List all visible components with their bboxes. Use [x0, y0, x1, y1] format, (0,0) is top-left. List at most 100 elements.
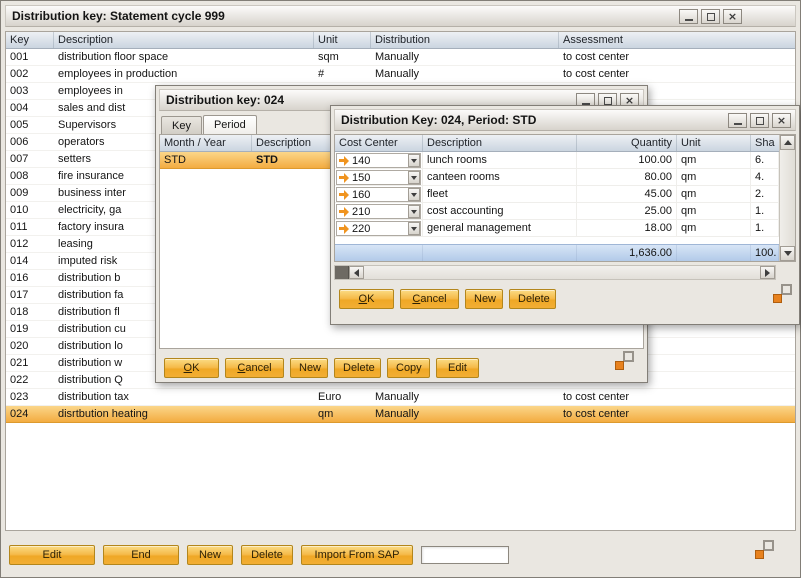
- main-footer: Edit End New Delete Import From SAP: [5, 531, 796, 573]
- detail-dialog-titlebar[interactable]: Distribution Key: 024, Period: STD ×: [334, 109, 796, 131]
- minimize-button[interactable]: [679, 9, 698, 24]
- cell-key: 012: [6, 236, 54, 252]
- grip-square-orange: [773, 294, 782, 303]
- maximize-icon: [756, 117, 764, 125]
- vertical-scroll-track[interactable]: [780, 150, 795, 246]
- cell-key: 022: [6, 372, 54, 388]
- cell-key: 005: [6, 117, 54, 133]
- scroll-up-button[interactable]: [780, 135, 795, 150]
- edit-button[interactable]: Edit: [436, 358, 479, 378]
- total-quantity: 1,636.00: [577, 245, 677, 261]
- cost-center-combo[interactable]: 160: [336, 187, 421, 202]
- new-button[interactable]: New: [290, 358, 328, 378]
- cell-distribution: Manually: [371, 406, 559, 422]
- cell-key: 024: [6, 406, 54, 422]
- cell-unit: qm: [677, 152, 751, 168]
- edit-button[interactable]: Edit: [9, 545, 95, 565]
- cell-key: 018: [6, 304, 54, 320]
- end-button[interactable]: End: [103, 545, 179, 565]
- cost-center-combo[interactable]: 150: [336, 170, 421, 185]
- cost-center-combo[interactable]: 210: [336, 204, 421, 219]
- close-button[interactable]: ×: [723, 9, 742, 24]
- cell-key: 007: [6, 151, 54, 167]
- dropdown-button[interactable]: [408, 188, 420, 201]
- table-row[interactable]: 024disrtbution heatingqmManuallyto cost …: [6, 406, 795, 423]
- cost-center-combo[interactable]: 220: [336, 221, 421, 236]
- cost-center-combo[interactable]: 140: [336, 153, 421, 168]
- cancel-button[interactable]: Cancel: [225, 358, 284, 378]
- new-button[interactable]: New: [187, 545, 233, 565]
- maximize-button[interactable]: [701, 9, 720, 24]
- cell-cost-center: 220: [335, 220, 423, 236]
- dropdown-button[interactable]: [408, 171, 420, 184]
- delete-button[interactable]: Delete: [334, 358, 381, 378]
- table-row[interactable]: 001distribution floor spacesqmManuallyto…: [6, 49, 795, 66]
- cost-center-value: 210: [350, 206, 408, 218]
- cell-description: cost accounting: [423, 203, 577, 219]
- vertical-scrollbar[interactable]: [779, 135, 795, 261]
- copy-button[interactable]: Copy: [387, 358, 430, 378]
- tab-key[interactable]: Key: [161, 116, 202, 134]
- cell-unit: qm: [677, 220, 751, 236]
- minimize-icon: [734, 123, 742, 125]
- cell-description: distribution tax: [54, 389, 314, 405]
- detail-dialog-content: Cost Center Description Quantity Unit Sh…: [334, 134, 796, 321]
- cancel-button[interactable]: Cancel: [400, 289, 459, 309]
- cost-center-value: 140: [350, 155, 408, 167]
- close-button[interactable]: ×: [772, 113, 791, 128]
- link-arrow-icon[interactable]: [339, 155, 350, 166]
- main-titlebar[interactable]: Distribution key: Statement cycle 999 ×: [5, 5, 796, 27]
- table-row[interactable]: 150canteen rooms80.00qm4.: [335, 169, 779, 186]
- dropdown-button[interactable]: [408, 154, 420, 167]
- ok-button[interactable]: OK: [164, 358, 219, 378]
- cell-cost-center: 160: [335, 186, 423, 202]
- cell-cost-center: 150: [335, 169, 423, 185]
- resize-grip[interactable]: [755, 540, 774, 559]
- table-row[interactable]: 023distribution taxEuroManuallyto cost c…: [6, 389, 795, 406]
- minimize-icon: [685, 19, 693, 21]
- link-arrow-icon[interactable]: [339, 206, 350, 217]
- delete-button[interactable]: Delete: [509, 289, 556, 309]
- cell-description: distribution floor space: [54, 49, 314, 65]
- window-controls: ×: [679, 9, 742, 24]
- detail-table-empty-area: [335, 237, 779, 244]
- cell-cost-center: 210: [335, 203, 423, 219]
- cell-unit: qm: [314, 406, 371, 422]
- horizontal-scroll-track[interactable]: [364, 266, 760, 279]
- maximize-button[interactable]: [750, 113, 769, 128]
- link-arrow-icon[interactable]: [339, 189, 350, 200]
- dropdown-button[interactable]: [408, 222, 420, 235]
- table-row[interactable]: 210cost accounting25.00qm1.: [335, 203, 779, 220]
- cell-description: fleet: [423, 186, 577, 202]
- scrollbar-split-handle[interactable]: [335, 266, 349, 279]
- link-arrow-icon[interactable]: [339, 172, 350, 183]
- tab-period[interactable]: Period: [203, 115, 257, 134]
- cell-distribution: Manually: [371, 66, 559, 82]
- link-arrow-icon[interactable]: [339, 223, 350, 234]
- minimize-button[interactable]: [728, 113, 747, 128]
- resize-grip[interactable]: [615, 351, 634, 370]
- import-from-sap-button[interactable]: Import From SAP: [301, 545, 413, 565]
- table-row[interactable]: 002employees in production#Manuallyto co…: [6, 66, 795, 83]
- horizontal-scrollbar[interactable]: [334, 265, 776, 280]
- cell-key: 004: [6, 100, 54, 116]
- table-row[interactable]: 220general management18.00qm1.: [335, 220, 779, 237]
- detail-dialog-title: Distribution Key: 024, Period: STD: [341, 113, 728, 127]
- chevron-down-icon: [411, 159, 417, 163]
- table-row[interactable]: 160fleet45.00qm2.: [335, 186, 779, 203]
- scroll-down-button[interactable]: [780, 246, 795, 261]
- scroll-right-button[interactable]: [760, 266, 775, 279]
- resize-grip[interactable]: [773, 284, 792, 303]
- grip-square-gray: [781, 284, 792, 295]
- maximize-icon: [707, 13, 715, 21]
- new-button[interactable]: New: [465, 289, 503, 309]
- ok-button[interactable]: OK: [339, 289, 394, 309]
- footer-input[interactable]: [421, 546, 509, 564]
- scroll-left-button[interactable]: [349, 266, 364, 279]
- delete-button[interactable]: Delete: [241, 545, 293, 565]
- main-table-header: Key Description Unit Distribution Assess…: [6, 32, 795, 49]
- cell-unit: #: [314, 66, 371, 82]
- dropdown-button[interactable]: [408, 205, 420, 218]
- cell-key: 021: [6, 355, 54, 371]
- table-row[interactable]: 140lunch rooms100.00qm6.: [335, 152, 779, 169]
